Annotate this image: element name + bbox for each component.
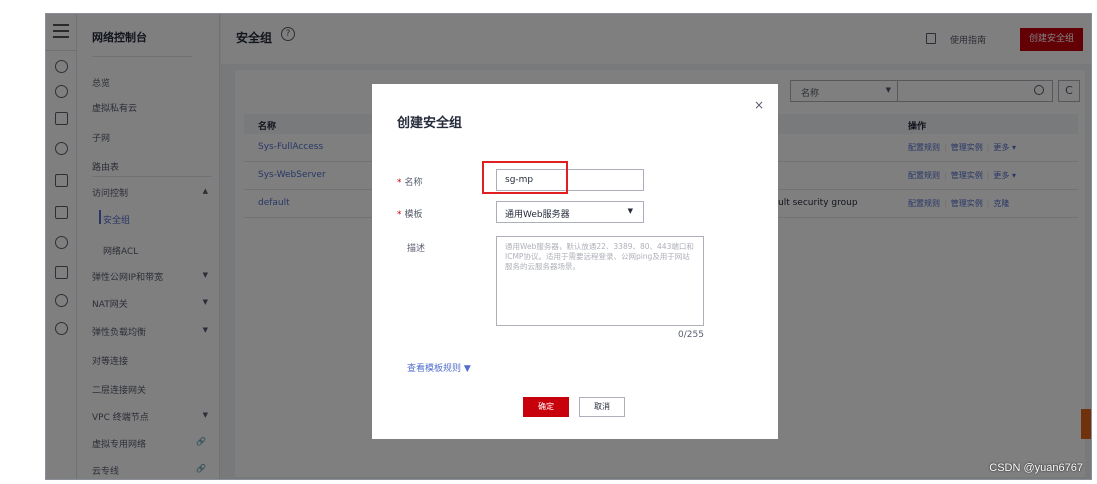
description-textarea[interactable]: 通用Web服务器，默认放通22、3389、80、443端口和ICMP协议。适用于… <box>496 236 704 326</box>
char-counter: 0/255 <box>678 330 704 340</box>
template-label: * 模板 <box>397 210 423 220</box>
required-mark: * <box>397 178 402 188</box>
close-icon[interactable]: × <box>754 98 764 112</box>
chevron-down-icon: ▼ <box>627 207 633 215</box>
create-security-group-dialog: 创建安全组 × * 名称 sg-mp * 模板 通用Web服务器 ▼ 描述 通用Web… <box>372 84 778 439</box>
ok-button[interactable]: 确定 <box>523 397 569 417</box>
watermark: CSDN @yuan6767 <box>989 462 1083 474</box>
template-select[interactable]: 通用Web服务器 ▼ <box>496 201 644 223</box>
app-window: 网络控制台 总览 虚拟私有云 子网 路由表 访问控制▲ 安全组 网络ACL 弹性… <box>45 13 1092 480</box>
dialog-title: 创建安全组 <box>397 116 463 131</box>
required-mark: * <box>397 210 402 220</box>
view-template-rules-link[interactable]: 查看模板规则 ▼ <box>407 361 471 374</box>
annotation-highlight-box <box>482 161 568 194</box>
cancel-button[interactable]: 取消 <box>579 397 625 417</box>
description-label: 描述 <box>407 244 426 254</box>
name-label: * 名称 <box>397 178 423 188</box>
